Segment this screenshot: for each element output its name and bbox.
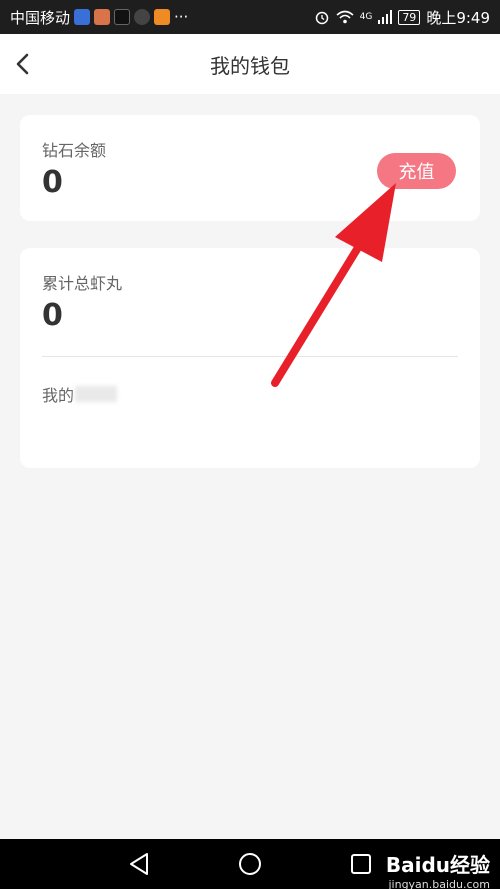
divider: [42, 356, 458, 357]
watermark-url: jingyan.baidu.com: [388, 878, 490, 889]
nav-back-button[interactable]: [126, 851, 152, 877]
diamond-balance-value: 0: [42, 165, 63, 200]
watermark-brand: Baidu经验: [385, 853, 490, 877]
app-notification-icon: [74, 9, 91, 25]
video-app-icon: [154, 9, 171, 25]
diamond-balance-label: 钻石余额: [42, 141, 107, 160]
nav-recents-button[interactable]: [348, 851, 374, 877]
system-navigation-bar: Baidu经验 jingyan.baidu.com: [0, 839, 500, 889]
total-shrimp-balls-value: 0: [42, 298, 63, 333]
diamond-balance-card: 钻石余额 0 充值: [20, 115, 480, 221]
chevron-left-icon: [16, 53, 29, 75]
tiktok-icon: [114, 9, 131, 25]
blurred-text: [75, 386, 118, 402]
square-recents-icon: [351, 854, 371, 874]
app-notification-icon: [134, 9, 151, 25]
wifi-icon: [336, 10, 354, 24]
alarm-icon: [315, 11, 328, 25]
recharge-button[interactable]: 充值: [377, 153, 456, 189]
signal-icon: [378, 10, 393, 24]
baidu-jingyan-watermark: Baidu经验 jingyan.baidu.com: [386, 849, 490, 889]
battery-icon: 79: [398, 9, 421, 25]
shrimp-balls-card: 累计总虾丸 0 我的: [20, 248, 480, 468]
status-bar: 中国移动 ··· 4G 79 晚上9:49: [0, 0, 500, 34]
my-earnings-label: 我的: [42, 386, 75, 405]
clock-label: 晚上9:49: [426, 8, 490, 27]
page-title: 我的钱包: [210, 53, 290, 78]
more-notifications-icon: ···: [174, 8, 189, 26]
nav-home-button[interactable]: [237, 851, 263, 877]
back-button[interactable]: [8, 50, 36, 78]
total-shrimp-balls-label: 累计总虾丸: [42, 274, 123, 293]
my-earnings-item[interactable]: 我的: [42, 382, 118, 406]
network-type-label: 4G: [359, 12, 373, 22]
app-notification-icon: [94, 9, 111, 25]
triangle-back-icon: [130, 853, 148, 875]
header-bar: 我的钱包: [0, 34, 500, 94]
carrier-label: 中国移动: [10, 8, 71, 27]
circle-home-icon: [239, 853, 261, 875]
